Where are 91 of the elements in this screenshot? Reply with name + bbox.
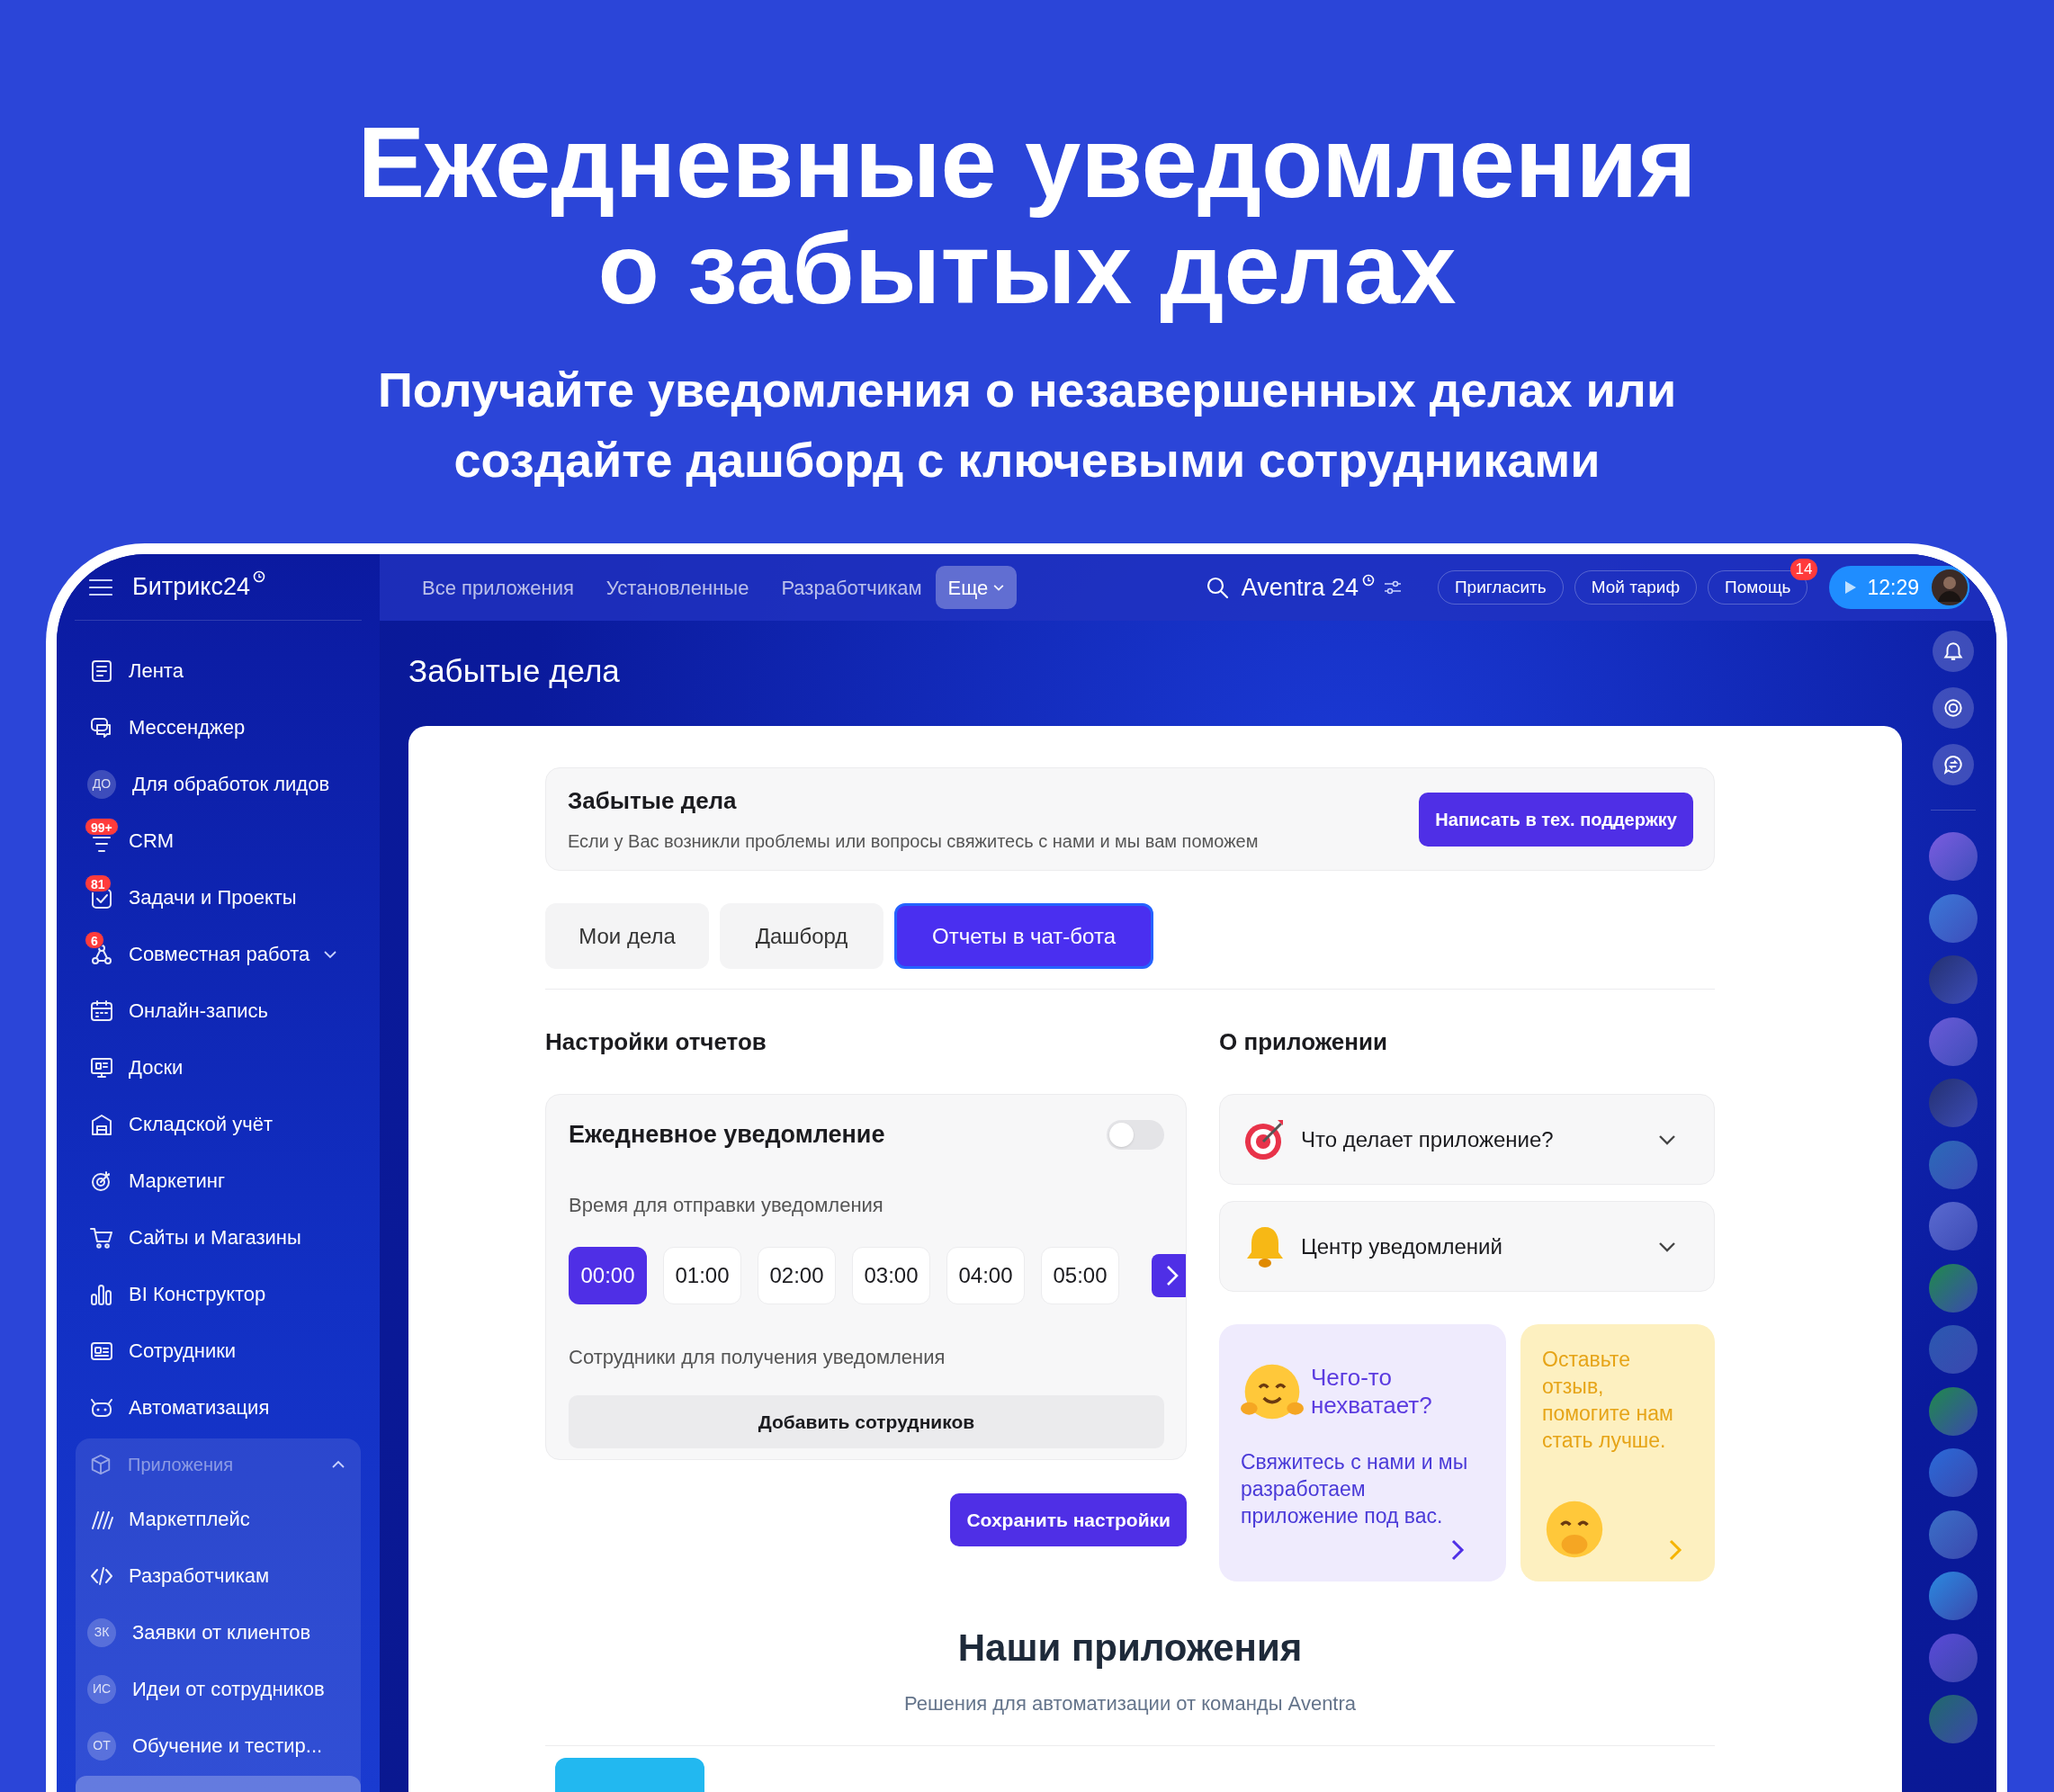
accordion-title: Центр уведомлений — [1301, 1232, 1503, 1260]
caret-icon — [993, 584, 1005, 591]
user-avatar[interactable] — [1930, 568, 1969, 607]
count-badge: 81 — [85, 874, 112, 892]
calendar-icon — [89, 998, 114, 1024]
nav-tab[interactable]: Все приложения — [422, 572, 574, 603]
initials-avatar: ЗК — [87, 1617, 116, 1647]
app-icon[interactable] — [1928, 1202, 1978, 1250]
initials-avatar: ИС — [87, 1674, 116, 1704]
sidebar-item[interactable]: CRM — [129, 826, 175, 856]
sidebar-item[interactable]: Автоматизация — [129, 1393, 270, 1422]
app-icon[interactable] — [1928, 1695, 1978, 1743]
sidebar-item[interactable]: Онлайн-запись — [129, 996, 269, 1026]
card-title: Ежедневное уведомление — [569, 1119, 886, 1150]
clock-icon — [1361, 574, 1375, 587]
time-chip[interactable]: 02:00 — [758, 1247, 836, 1304]
sidebar-item[interactable]: Заявки от клиентов — [132, 1617, 311, 1647]
sidebar-item[interactable]: Доски — [129, 1053, 184, 1082]
initials-avatar: ДО — [87, 769, 116, 799]
sidebar-item[interactable]: Мессенджер — [129, 712, 246, 742]
sidebar-item[interactable]: Лента — [129, 656, 184, 685]
portal-name[interactable]: Aventra 24 — [1241, 569, 1359, 606]
nav-tab[interactable]: Разработчикам — [781, 572, 922, 603]
sidebar-item[interactable]: BI Конструктор — [129, 1279, 266, 1309]
app-icon[interactable] — [1928, 1572, 1978, 1620]
save-button[interactable]: Сохранить настройки — [950, 1493, 1187, 1546]
accordion-item[interactable]: Центр уведомлений — [1219, 1201, 1715, 1292]
chat-swap-icon[interactable] — [1932, 744, 1974, 785]
headline-title: Ежедневные уведомления — [357, 110, 1697, 216]
sidebar-item[interactable]: Сотрудники — [129, 1336, 237, 1366]
app-icon[interactable] — [1928, 955, 1978, 1004]
sidebar-item[interactable]: Для обработок лидов — [132, 769, 330, 799]
document-icon — [89, 658, 114, 684]
logo[interactable]: Битрикс24 — [132, 569, 265, 605]
field-label: Время для отправки уведомления — [569, 1193, 884, 1218]
toggle-switch[interactable] — [1107, 1119, 1164, 1150]
nav-tab[interactable]: Еще — [935, 566, 1018, 609]
section-subtitle: Решения для автоматизации от команды Aventra — [903, 1691, 1357, 1716]
time-chip[interactable]: 04:00 — [946, 1247, 1025, 1304]
target-icon[interactable] — [1932, 687, 1974, 729]
initials-avatar: ОТ — [87, 1731, 116, 1761]
sidebar-item[interactable]: Маркетплейс — [129, 1504, 250, 1534]
card-text: Оставьте отзыв, помогите нам стать лучше. — [1542, 1347, 1674, 1454]
sidebar-item[interactable]: Обучение и тестир... — [132, 1731, 323, 1761]
time-chip[interactable]: 05:00 — [1041, 1247, 1119, 1304]
card-title: Чего-то нехватает? — [1311, 1364, 1433, 1420]
headline-subtitle: создайте дашборд с ключевыми сотрудниками — [453, 432, 1601, 488]
next-arrow-icon[interactable] — [1152, 1254, 1186, 1297]
field-label: Сотрудники для получения уведомления — [569, 1345, 946, 1370]
app-icon[interactable] — [1928, 1448, 1978, 1497]
sidebar-item[interactable]: Складской учёт — [129, 1109, 273, 1139]
section-title: О приложении — [1219, 1026, 1388, 1057]
tab[interactable]: Отчеты в чат-бота — [894, 903, 1153, 969]
app-tile[interactable] — [555, 1758, 704, 1792]
sidebar-item[interactable]: Разработчикам — [129, 1561, 270, 1590]
search-icon[interactable] — [1205, 576, 1229, 599]
request-card[interactable]: Чего-то нехватает? Свяжитесь с нами и мы разработаем приложение под вас. — [1219, 1324, 1506, 1581]
sidebar-item[interactable]: Задачи и Проекты — [129, 883, 297, 912]
app-icon[interactable] — [1928, 1325, 1978, 1374]
page-title: Забытые дела — [408, 652, 621, 691]
cube-icon — [89, 1453, 112, 1476]
info-title: Забытые дела — [568, 786, 738, 816]
count-badge: 6 — [85, 931, 104, 949]
time-chip[interactable]: 01:00 — [663, 1247, 741, 1304]
count-badge: 14 — [1789, 559, 1818, 580]
bell-icon[interactable] — [1932, 631, 1974, 672]
tab[interactable]: Дашборд — [720, 903, 883, 969]
card-text: Свяжитесь с нами и мы разработаем приложение под вас. — [1241, 1449, 1469, 1529]
sidebar-item[interactable]: Сайты и Магазины — [129, 1223, 301, 1252]
support-button[interactable]: Написать в тех. поддержку — [1419, 792, 1693, 847]
time-chip[interactable]: 03:00 — [852, 1247, 930, 1304]
sidebar-item[interactable]: Маркетинг — [129, 1166, 225, 1196]
sidebar-item[interactable]: Совместная работа — [129, 939, 310, 969]
info-text: Если у Вас возникли проблемы или вопросы свяжитесь с нами и мы вам поможем — [568, 830, 1260, 853]
menu-icon[interactable] — [89, 578, 112, 596]
sliders-icon — [1383, 580, 1402, 595]
sidebar-item[interactable]: Идеи от сотрудников — [132, 1674, 325, 1704]
arrow-right-icon — [1450, 1538, 1465, 1562]
section-heading: Наши приложения — [957, 1626, 1303, 1671]
nav-tab[interactable]: Установленные — [605, 572, 749, 603]
time-chip[interactable]: 00:00 — [569, 1247, 647, 1304]
count-badge: 99+ — [85, 818, 119, 836]
add-employees-button[interactable]: Добавить сотрудников — [569, 1395, 1164, 1448]
arrow-right-icon — [1668, 1538, 1682, 1562]
tab[interactable]: Мои дела — [545, 903, 709, 969]
section-title: Настройки отчетов — [545, 1026, 767, 1057]
accordion-item[interactable]: Что делает приложение? — [1219, 1094, 1715, 1185]
app-icon[interactable] — [1928, 1079, 1978, 1127]
app-icon[interactable] — [1928, 832, 1978, 881]
accordion-title: Что делает приложение? — [1301, 1125, 1555, 1153]
headline-subtitle: Получайте уведомления о незавершенных делах или — [377, 362, 1677, 418]
